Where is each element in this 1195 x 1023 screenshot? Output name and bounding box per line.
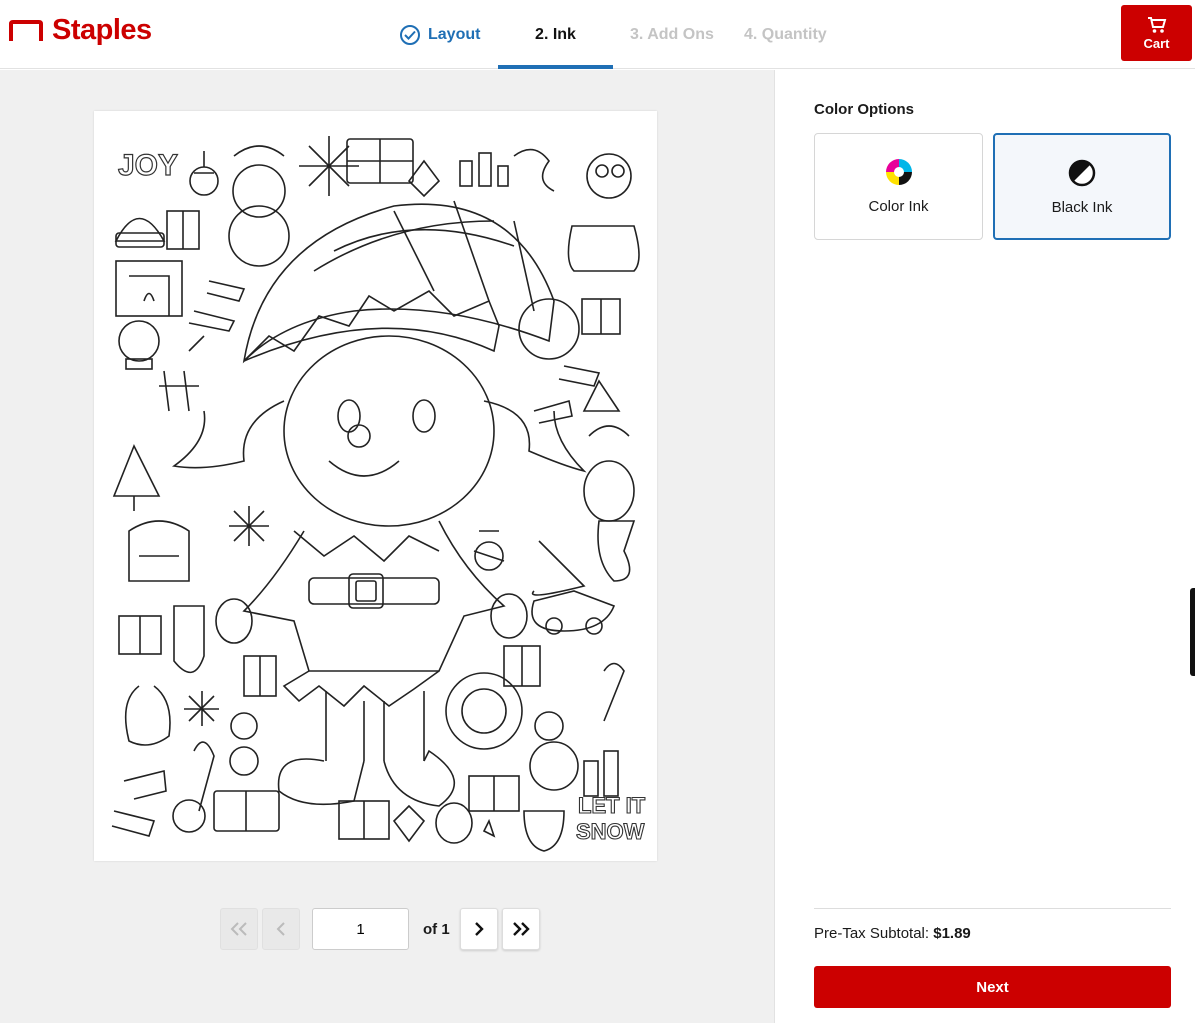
black-ink-option[interactable]: Black Ink [993, 133, 1171, 240]
subtotal-value: $1.89 [933, 925, 971, 942]
next-button[interactable]: Next [814, 966, 1171, 1008]
staples-logo-icon [8, 19, 44, 43]
coloring-page-art: JOY LET IT SNOW [111, 136, 646, 852]
preview-area: JOY LET IT SNOW 1 of 1 [0, 70, 775, 1023]
page-navigator: of 1 [220, 908, 544, 950]
last-page-button[interactable] [501, 908, 540, 950]
step-layout-label: Layout [428, 25, 481, 43]
previous-page-button[interactable] [262, 908, 300, 950]
art-text-snow: SNOW [576, 819, 645, 844]
chevron-right-icon [474, 922, 484, 936]
black-ink-label: Black Ink [1051, 199, 1113, 216]
chevron-left-icon [276, 922, 285, 936]
next-page-button[interactable] [459, 908, 498, 950]
step-add-ons: 3. Add Ons [630, 0, 714, 69]
divider [814, 908, 1171, 909]
page-preview: JOY LET IT SNOW [94, 111, 657, 861]
color-ink-option[interactable]: Color Ink [814, 133, 983, 240]
cart-button[interactable]: Cart [1121, 5, 1192, 61]
staples-logo[interactable]: Staples [8, 14, 152, 47]
brand-name: Staples [52, 14, 152, 46]
cmyk-icon [885, 159, 912, 185]
step-ink-label: 2. Ink [535, 25, 576, 43]
check-icon [400, 24, 420, 45]
color-ink-label: Color Ink [868, 198, 929, 215]
page-number-input[interactable] [312, 908, 409, 950]
step-add-ons-label: 3. Add Ons [630, 25, 714, 43]
subtotal-label: Pre-Tax Subtotal: [814, 925, 930, 942]
color-options-title: Color Options [814, 101, 914, 118]
step-layout[interactable]: Layout [400, 0, 480, 69]
pre-tax-subtotal: Pre-Tax Subtotal: $1.89 [814, 925, 971, 942]
black-ink-icon [1068, 159, 1096, 187]
feedback-tab[interactable] [1190, 588, 1195, 676]
step-quantity: 4. Quantity [744, 0, 827, 69]
options-panel: Color Options Color Ink Black Ink Pre-Ta… [776, 70, 1195, 1023]
step-ink[interactable]: 2. Ink [498, 0, 613, 69]
cart-icon [1147, 16, 1166, 33]
double-chevron-left-icon [230, 922, 247, 936]
double-chevron-right-icon [512, 922, 530, 936]
art-text-joy: JOY [118, 149, 178, 182]
first-page-button[interactable] [220, 908, 258, 950]
cart-label: Cart [1143, 35, 1170, 51]
page-count-label: of 1 [423, 920, 450, 938]
header: Staples Layout 2. Ink 3. Add Ons 4. Quan… [0, 0, 1195, 69]
step-quantity-label: 4. Quantity [744, 25, 827, 43]
